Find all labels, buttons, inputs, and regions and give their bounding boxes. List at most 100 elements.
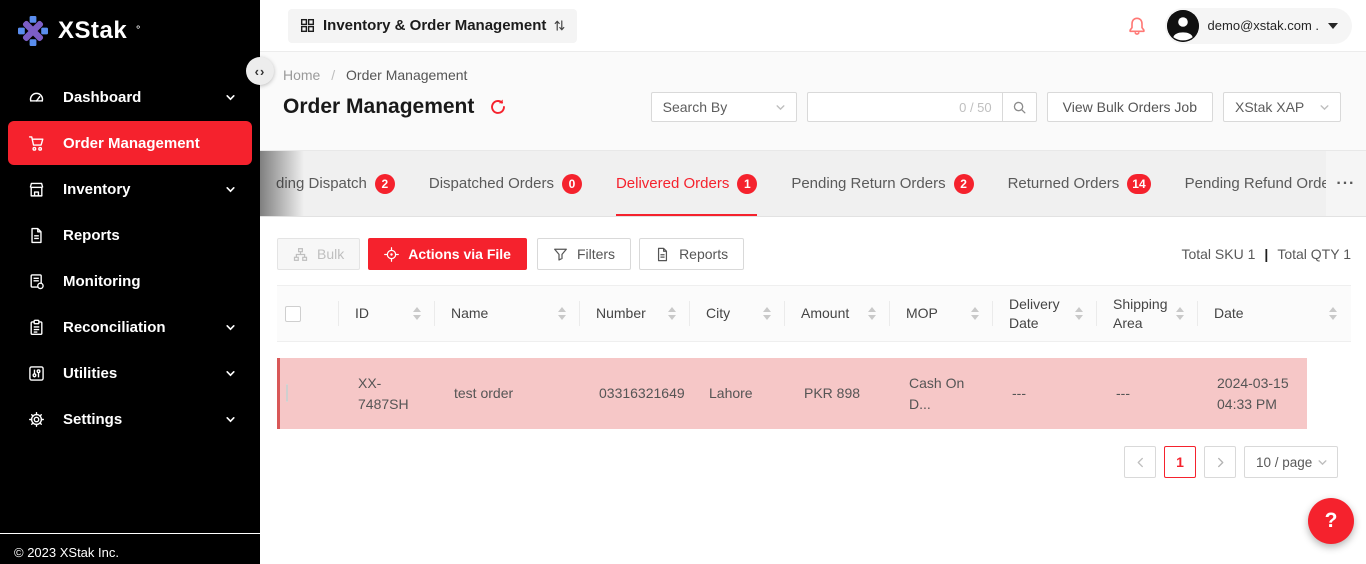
view-bulk-orders-button[interactable]: View Bulk Orders Job — [1047, 92, 1213, 122]
sidebar-item-reconciliation[interactable]: Reconciliation — [8, 305, 252, 349]
chevron-down-icon — [225, 368, 236, 379]
sort-control[interactable] — [1168, 307, 1184, 320]
filters-label: Filters — [577, 246, 615, 262]
totals-divider: | — [1264, 246, 1268, 262]
search-input[interactable]: 0 / 50 — [807, 92, 1003, 122]
sort-control[interactable] — [1067, 307, 1083, 320]
help-button[interactable]: ? — [1308, 498, 1354, 544]
toolbar: Search By 0 / 50 — [651, 92, 1341, 122]
sidebar-item-utilities[interactable]: Utilities — [8, 351, 252, 395]
xstak-logo-icon — [17, 15, 49, 47]
reports-button[interactable]: Reports — [639, 238, 744, 270]
tab-pending-refund-orders[interactable]: Pending Refund Orders 1 — [1185, 151, 1326, 216]
header-date: Date — [1198, 286, 1351, 341]
store-icon — [28, 181, 45, 198]
monitor-icon — [28, 273, 45, 290]
xap-select[interactable]: XStak XAP — [1223, 92, 1341, 122]
sitemap-icon — [293, 247, 308, 262]
select-all-cell — [277, 286, 339, 341]
order-status-tabs: ding Dispatch 2 Dispatched Orders 0 Deli… — [260, 150, 1366, 217]
header-label: MOP — [906, 304, 938, 322]
tab-returned-orders[interactable]: Returned Orders 14 — [1008, 151, 1151, 216]
tab-delivered-orders[interactable]: Delivered Orders 1 — [616, 151, 757, 216]
chevron-down-icon — [775, 102, 786, 113]
total-qty: Total QTY 1 — [1277, 246, 1351, 262]
header-label: Shipping Area — [1113, 295, 1168, 331]
tab-label: Pending Return Orders — [791, 175, 945, 192]
sort-control[interactable] — [1321, 307, 1337, 320]
sidebar-item-label: Settings — [63, 411, 122, 428]
select-all-checkbox[interactable] — [285, 306, 301, 322]
notification-bell-icon[interactable] — [1127, 16, 1147, 36]
filters-button[interactable]: Filters — [537, 238, 631, 270]
orders-table: ID Name Number City — [277, 285, 1351, 429]
app-switcher[interactable]: Inventory & Order Management — [288, 9, 577, 43]
header-delivery-date: Delivery Date — [993, 286, 1097, 341]
tab-count-badge: 0 — [562, 174, 582, 194]
table-row[interactable]: XX-7487SH test order 03316321649 Lahore … — [277, 358, 1307, 429]
header-amount: Amount — [785, 286, 890, 341]
sidebar-collapse-toggle[interactable]: ‹› — [246, 57, 274, 85]
copyright-text: © 2023 XStak Inc. — [0, 533, 260, 564]
sort-control[interactable] — [860, 307, 876, 320]
tab-count-badge: 2 — [954, 174, 974, 194]
chevron-right-icon — [1216, 457, 1225, 468]
page-size-label: 10 / page — [1256, 455, 1312, 470]
header-label: Name — [451, 304, 488, 322]
xap-select-label: XStak XAP — [1235, 99, 1304, 115]
chevron-down-icon — [1319, 102, 1330, 113]
header-label: City — [706, 304, 730, 322]
funnel-icon — [553, 247, 568, 262]
sort-control[interactable] — [550, 307, 566, 320]
search-group: 0 / 50 — [807, 92, 1037, 122]
clipboard-icon — [28, 319, 45, 336]
header-name: Name — [435, 286, 580, 341]
sidebar-item-reports[interactable]: Reports — [8, 213, 252, 257]
view-bulk-orders-label: View Bulk Orders Job — [1063, 99, 1197, 115]
sidebar-item-monitoring[interactable]: Monitoring — [8, 259, 252, 303]
sidebar-item-settings[interactable]: Settings — [8, 397, 252, 441]
cell-name: test order — [438, 383, 583, 404]
sidebar-item-order-management[interactable]: Order Management — [8, 121, 252, 165]
cart-icon — [28, 135, 45, 152]
gear-icon — [28, 411, 45, 428]
sort-control[interactable] — [405, 307, 421, 320]
breadcrumb-home[interactable]: Home — [283, 67, 320, 83]
chevron-down-icon — [225, 184, 236, 195]
header-mop: MOP — [890, 286, 993, 341]
actions-via-file-button[interactable]: Actions via File — [368, 238, 527, 270]
tab-dispatched-orders[interactable]: Dispatched Orders 0 — [429, 151, 582, 216]
user-menu[interactable]: demo@xstak.com . — [1165, 8, 1352, 44]
refresh-icon[interactable] — [489, 98, 507, 116]
pagination: 1 10 / page — [277, 446, 1351, 478]
tabs-scroll-area: ding Dispatch 2 Dispatched Orders 0 Deli… — [260, 151, 1326, 216]
page-size-select[interactable]: 10 / page — [1244, 446, 1338, 478]
sidebar-item-inventory[interactable]: Inventory — [8, 167, 252, 211]
cell-amount: PKR 898 — [788, 383, 893, 404]
page-1-button[interactable]: 1 — [1164, 446, 1196, 478]
avatar — [1167, 10, 1199, 42]
sidebar-item-label: Dashboard — [63, 89, 141, 106]
row-checkbox[interactable] — [286, 384, 288, 402]
tab-pending-dispatch[interactable]: ding Dispatch 2 — [276, 151, 395, 216]
chevron-down-icon — [225, 414, 236, 425]
sort-control[interactable] — [755, 307, 771, 320]
header-label: ID — [355, 304, 369, 322]
app-switcher-label: Inventory & Order Management — [323, 17, 546, 34]
previous-page-button[interactable] — [1124, 446, 1156, 478]
sort-control[interactable] — [660, 307, 676, 320]
cell-shipping-area: --- — [1100, 383, 1201, 404]
bulk-button[interactable]: Bulk — [277, 238, 360, 270]
next-page-button[interactable] — [1204, 446, 1236, 478]
search-by-select[interactable]: Search By — [651, 92, 797, 122]
tab-count-badge: 14 — [1127, 174, 1150, 194]
more-tabs-button[interactable]: ··· — [1326, 151, 1366, 216]
cell-delivery-date: --- — [996, 383, 1100, 404]
aim-icon — [384, 247, 399, 262]
cell-number: 03316321649 — [583, 383, 693, 404]
search-button[interactable] — [1003, 92, 1037, 122]
tab-pending-return-orders[interactable]: Pending Return Orders 2 — [791, 151, 973, 216]
sort-control[interactable] — [963, 307, 979, 320]
file-icon — [28, 227, 45, 244]
sidebar-item-dashboard[interactable]: Dashboard — [8, 75, 252, 119]
